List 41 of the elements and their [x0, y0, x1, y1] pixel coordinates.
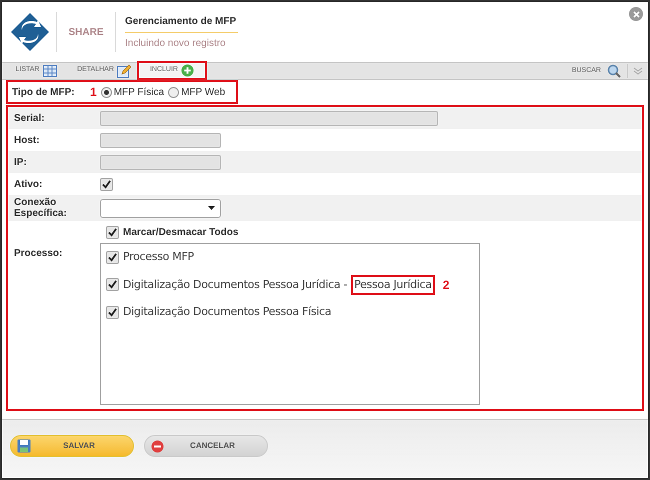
table-icon	[42, 64, 56, 76]
field-label: Ativo:	[13, 178, 44, 190]
save-button[interactable]: SALVAR	[10, 435, 134, 457]
brand-name: SHARE	[67, 26, 104, 40]
close-icon	[632, 10, 640, 18]
radio-button[interactable]	[168, 86, 180, 98]
edit-icon	[116, 64, 131, 78]
radio-button[interactable]	[100, 86, 112, 98]
cancel-button[interactable]: CANCELAR	[144, 435, 268, 457]
process-label: Digitalização Documentos Pessoa Física	[123, 304, 332, 320]
field-label: Serial:	[13, 112, 46, 124]
search-icon[interactable]	[607, 64, 621, 78]
field-label: Host:	[13, 134, 41, 146]
logo-icon	[10, 12, 50, 52]
checkbox[interactable]	[100, 178, 113, 190]
field-label: Tipo de MFP:	[11, 86, 76, 100]
dropdown[interactable]	[100, 198, 221, 218]
checkbox[interactable]	[106, 226, 119, 238]
checkbox[interactable]	[106, 250, 119, 264]
plus-icon	[181, 64, 194, 77]
text-field[interactable]	[100, 132, 221, 148]
caret-icon	[208, 206, 215, 210]
checkbox[interactable]	[106, 278, 119, 292]
page-subtitle: Incluindo novo registro	[125, 36, 227, 50]
text-field[interactable]	[100, 154, 221, 170]
page-title: Gerenciamento de MFP	[125, 14, 238, 32]
field-label: Processo:	[13, 247, 64, 261]
annotation-number: 2	[442, 276, 450, 294]
close-button[interactable]	[629, 7, 643, 21]
text-field[interactable]	[100, 110, 438, 126]
annotation-number: 1	[90, 84, 97, 101]
select-all-label: Marcar/Desmacar Todos	[123, 226, 238, 240]
minus-icon	[151, 440, 164, 452]
radio-option[interactable]: MFP Web	[168, 84, 226, 100]
process-label: Processo MFP	[123, 249, 194, 265]
field-label: IP:	[13, 156, 28, 168]
field-label: Conexão Específica:	[13, 197, 68, 219]
process-label: Digitalização Documentos Pessoa Jurídica -	[123, 276, 348, 292]
highlighted-text: Pessoa Jurídica	[351, 274, 435, 295]
radio-option[interactable]: MFP Física	[100, 84, 164, 100]
checkbox[interactable]	[106, 306, 119, 319]
